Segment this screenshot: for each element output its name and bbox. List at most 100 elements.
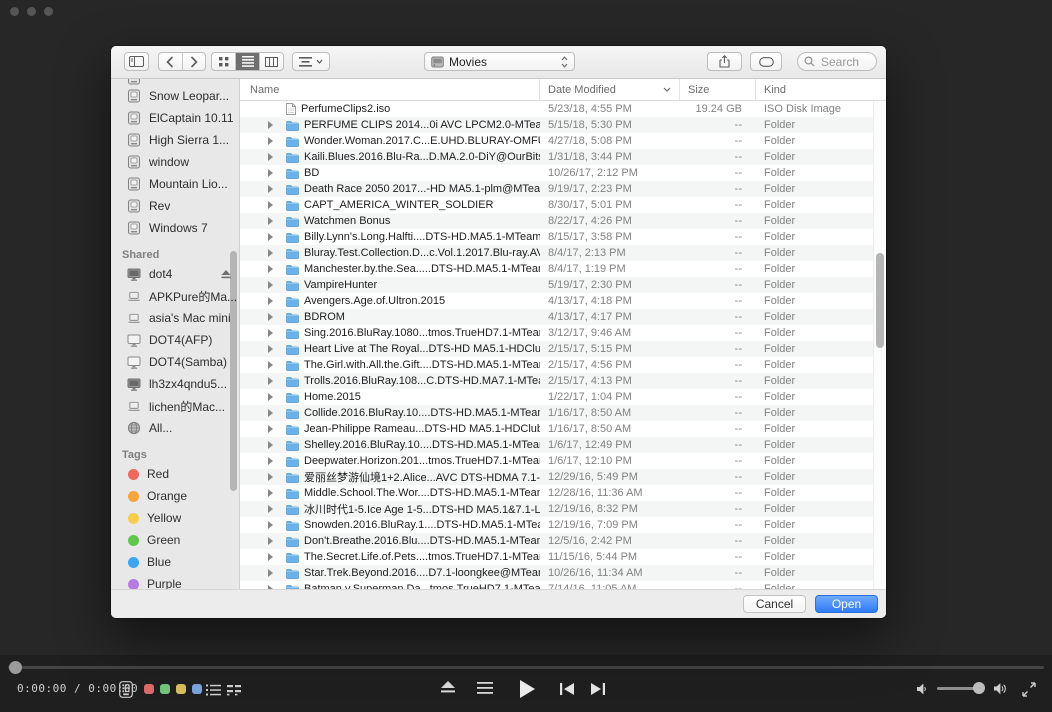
sidebar-item-device[interactable]: Rev [111,195,239,217]
sidebar-item-tag[interactable]: Purple [111,573,239,589]
column-header-date-modified[interactable]: Date Modified [540,79,680,100]
sidebar-item-tag[interactable]: Red [111,463,239,485]
share-button[interactable] [707,52,742,71]
disclosure-triangle-icon[interactable] [268,121,278,129]
color-tag-button[interactable] [192,684,202,694]
disclosure-triangle-icon[interactable] [268,281,278,289]
sidebar-item-tag[interactable]: Blue [111,551,239,573]
disclosure-triangle-icon[interactable] [268,393,278,401]
file-row[interactable]: PERFUME CLIPS 2014...0i AVC LPCM2.0-MTea… [240,117,886,133]
file-row[interactable]: Batman.v.Superman.Da...tmos.TrueHD7.1-MT… [240,581,886,589]
disclosure-triangle-icon[interactable] [268,201,278,209]
disclosure-triangle-icon[interactable] [268,505,278,513]
volume-slider-knob[interactable] [973,682,985,694]
file-row[interactable]: The.Secret.Life.of.Pets....tmos.TrueHD7.… [240,549,886,565]
file-row[interactable]: BDROM 4/13/17, 4:17 PM -- Folder [240,309,886,325]
color-tag-button[interactable] [144,684,154,694]
close-button[interactable] [10,7,19,16]
column-header-size[interactable]: Size [680,79,756,100]
sidebar-item-shared[interactable]: APKPure的Ma... [111,285,239,307]
group-by-button[interactable] [292,52,330,71]
disclosure-triangle-icon[interactable] [268,585,278,589]
file-row[interactable]: VampireHunter 5/19/17, 2:30 PM -- Folder [240,277,886,293]
keypad-icon[interactable] [119,681,133,698]
search-input[interactable] [819,53,877,70]
minimize-button[interactable] [27,7,36,16]
sidebar-item-tag[interactable]: Orange [111,485,239,507]
disclosure-triangle-icon[interactable] [268,441,278,449]
list-scrollbar-thumb[interactable] [876,253,884,348]
file-row[interactable]: The.Girl.with.All.the.Gift....DTS-HD.MA5… [240,357,886,373]
file-row[interactable]: Snowden.2016.BluRay.1....DTS-HD.MA5.1-MT… [240,517,886,533]
sidebar-item-shared[interactable]: DOT4(Samba) [111,351,239,373]
disclosure-triangle-icon[interactable] [268,329,278,337]
file-row[interactable]: Trolls.2016.BluRay.108...C.DTS-HD.MA7.1-… [240,373,886,389]
scrollbar-track[interactable] [873,101,886,589]
sidebar-item-shared[interactable]: All... [111,417,239,439]
disclosure-triangle-icon[interactable] [268,521,278,529]
playlist-icon[interactable] [206,684,221,696]
color-tag-button[interactable] [160,684,170,694]
color-tag-button[interactable] [176,684,186,694]
sidebar-item-device[interactable]: Windows 7 [111,217,239,239]
file-row[interactable]: Shelley.2016.BluRay.10....DTS-HD.MA5.1-M… [240,437,886,453]
sidebar-scrollbar[interactable] [230,251,237,491]
sidebar-item-shared[interactable]: DOT4(AFP) [111,329,239,351]
menu-icon[interactable] [477,682,493,694]
file-row[interactable]: Manchester.by.the.Sea.....DTS-HD.MA5.1-M… [240,261,886,277]
disclosure-triangle-icon[interactable] [268,249,278,257]
search-field[interactable] [797,52,877,71]
fullscreen-icon[interactable] [1021,682,1037,697]
file-row[interactable]: Don't.Breathe.2016.Blu....DTS-HD.MA5.1-M… [240,533,886,549]
toggle-sidebar-button[interactable] [124,52,149,71]
sidebar-item-device[interactable]: High Sierra 1... [111,129,239,151]
disclosure-triangle-icon[interactable] [268,297,278,305]
file-row[interactable]: Kaili.Blues.2016.Blu-Ra...D.MA.2.0-DiY@O… [240,149,886,165]
column-header-kind[interactable]: Kind [756,79,886,100]
file-row[interactable]: Middle.School.The.Wor....DTS-HD.MA5.1-MT… [240,485,886,501]
zoom-button[interactable] [44,7,53,16]
file-row[interactable]: Avengers.Age.of.Ultron.2015 4/13/17, 4:1… [240,293,886,309]
file-row[interactable]: Home.2015 1/22/17, 1:04 PM -- Folder [240,389,886,405]
play-icon[interactable] [520,680,535,698]
file-row[interactable]: Wonder.Woman.2017.C...E.UHD.BLURAY-OMFUG… [240,133,886,149]
disclosure-triangle-icon[interactable] [268,217,278,225]
chapters-icon[interactable] [227,684,241,696]
forward-button[interactable] [183,53,206,70]
column-header-name[interactable]: Name [240,79,540,100]
file-row[interactable]: Bluray.Test.Collection.D...c.Vol.1.2017.… [240,245,886,261]
sidebar-item-tag[interactable]: Green [111,529,239,551]
disclosure-triangle-icon[interactable] [268,345,278,353]
sidebar-item-device[interactable]: ElCaptain 10.11 [111,107,239,129]
seek-slider-knob[interactable] [9,661,22,674]
file-row[interactable]: Jean-Philippe Rameau...DTS-HD MA5.1-HDCl… [240,421,886,437]
disclosure-triangle-icon[interactable] [268,153,278,161]
disclosure-triangle-icon[interactable] [268,185,278,193]
previous-icon[interactable] [560,683,575,695]
disclosure-triangle-icon[interactable] [268,489,278,497]
disclosure-triangle-icon[interactable] [268,457,278,465]
disclosure-triangle-icon[interactable] [268,425,278,433]
disclosure-triangle-icon[interactable] [268,409,278,417]
tags-button[interactable] [750,52,782,71]
disclosure-triangle-icon[interactable] [268,569,278,577]
sidebar-item-device[interactable]: Snow Leopar... [111,85,239,107]
file-row[interactable]: 爱丽丝梦游仙境1+2.Alice...AVC DTS-HDMA 7.1-LKS … [240,469,886,485]
sidebar-item-device[interactable]: window [111,151,239,173]
disclosure-triangle-icon[interactable] [268,233,278,241]
disclosure-triangle-icon[interactable] [268,265,278,273]
disclosure-triangle-icon[interactable] [268,537,278,545]
sidebar-item-shared[interactable]: asia's Mac mini [111,307,239,329]
disclosure-triangle-icon[interactable] [268,377,278,385]
sidebar-item-tag[interactable]: Yellow [111,507,239,529]
sidebar-item-shared[interactable]: dot4 [111,263,239,285]
file-row[interactable]: Sing.2016.BluRay.1080...tmos.TrueHD7.1-M… [240,325,886,341]
column-view-button[interactable] [260,53,283,70]
file-row[interactable]: CAPT_AMERICA_WINTER_SOLDIER 8/30/17, 5:0… [240,197,886,213]
volume-high-icon[interactable] [994,682,1008,695]
disclosure-triangle-icon[interactable] [268,473,278,481]
next-icon[interactable] [590,683,605,695]
file-row[interactable]: Watchmen Bonus 8/22/17, 4:26 PM -- Folde… [240,213,886,229]
disclosure-triangle-icon[interactable] [268,169,278,177]
sidebar-item-shared[interactable]: lh3zx4qndu5... [111,373,239,395]
